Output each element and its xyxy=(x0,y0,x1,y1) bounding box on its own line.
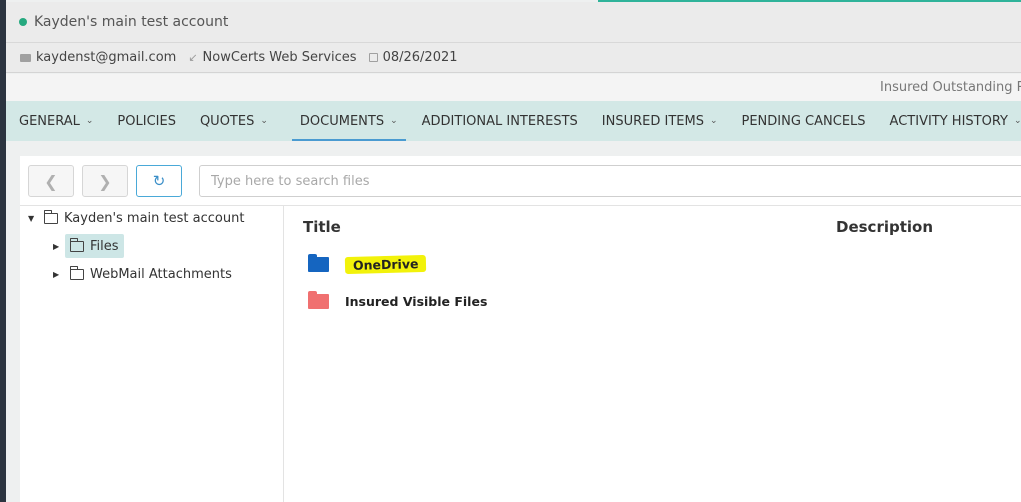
tab-additional-interests[interactable]: ADDITIONAL INTERESTS xyxy=(422,101,578,141)
date-text: 08/26/2021 xyxy=(382,50,458,65)
tab-bar: GENERAL ⌄ POLICIES QUOTES ⌄ DOCUMENTS ⌄ … xyxy=(6,101,1021,141)
file-toolbar: ❮ ❯ ↻ xyxy=(20,156,1021,206)
folder-icon xyxy=(43,209,58,224)
tab-pending-cancels-label: PENDING CANCELS xyxy=(741,113,866,129)
folder-icon xyxy=(69,265,84,280)
column-header-title[interactable]: Title xyxy=(303,218,341,236)
chevron-down-icon: ⌄ xyxy=(260,116,268,126)
chevron-left-icon: ❮ xyxy=(44,171,58,191)
column-header-description[interactable]: Description xyxy=(836,218,933,236)
chevron-down-icon: ⌄ xyxy=(709,116,718,126)
tab-documents-label: DOCUMENTS xyxy=(299,113,385,129)
tab-insured-items[interactable]: INSURED ITEMS ⌄ xyxy=(602,101,718,141)
agency-info[interactable]: ↙ NowCerts Web Services xyxy=(188,50,356,65)
tree-node-files-label: Files xyxy=(90,238,119,254)
caret-right-icon[interactable]: ▶ xyxy=(53,242,65,251)
forward-button[interactable]: ❯ xyxy=(82,165,128,197)
refresh-button[interactable]: ↻ xyxy=(136,165,182,197)
arrow-icon: ↙ xyxy=(188,51,198,64)
search-input[interactable] xyxy=(199,165,1021,197)
tab-policies[interactable]: POLICIES xyxy=(117,101,176,141)
tab-quotes-label: QUOTES xyxy=(199,113,255,129)
list-item[interactable]: OneDrive xyxy=(308,254,427,275)
tab-quotes[interactable]: QUOTES ⌄ xyxy=(200,101,268,141)
account-title: Kayden's main test account xyxy=(34,14,229,30)
tab-activity-history-label: ACTIVITY HISTORY xyxy=(889,113,1008,129)
account-info-bar: kaydenst@gmail.com ↙ NowCerts Web Servic… xyxy=(6,43,1021,73)
tab-insured-items-label: INSURED ITEMS xyxy=(601,113,704,129)
file-list: Title Description OneDrive Insured Visib… xyxy=(284,206,1021,502)
tab-policies-label: POLICIES xyxy=(117,113,176,129)
tree-node-webmail[interactable]: ▶ WebMail Attachments xyxy=(53,262,237,286)
tab-additional-interests-label: ADDITIONAL INTERESTS xyxy=(421,113,578,129)
tab-activity-history[interactable]: ACTIVITY HISTORY ⌄ xyxy=(890,101,1021,141)
date-info: 08/26/2021 xyxy=(368,50,458,65)
title-bar: Kayden's main test account xyxy=(6,2,1021,43)
tab-general-label: GENERAL xyxy=(19,113,80,129)
caret-right-icon[interactable]: ▶ xyxy=(53,270,65,279)
tree-node-files[interactable]: ▶ Files xyxy=(53,234,124,258)
tab-general[interactable]: GENERAL ⌄ xyxy=(19,101,93,141)
documents-panel: ❮ ❯ ↻ ▼ Kayden's main test account ▶ Fil… xyxy=(20,156,1021,502)
email-info[interactable]: kaydenst@gmail.com xyxy=(20,50,176,65)
tree-node-root-label: Kayden's main test account xyxy=(64,210,245,226)
status-dot-icon xyxy=(19,18,27,26)
refresh-icon: ↻ xyxy=(152,172,166,190)
caret-down-icon[interactable]: ▼ xyxy=(28,214,40,223)
chevron-right-icon: ❯ xyxy=(98,171,112,191)
folder-tree: ▼ Kayden's main test account ▶ Files ▶ W… xyxy=(20,206,284,502)
app-window: Kayden's main test account kaydenst@gmai… xyxy=(6,0,1021,502)
folder-icon xyxy=(69,237,84,252)
tree-node-webmail-label: WebMail Attachments xyxy=(90,266,232,282)
folder-icon xyxy=(308,254,329,272)
file-name[interactable]: Insured Visible Files xyxy=(345,294,487,309)
chevron-down-icon: ⌄ xyxy=(1013,116,1021,126)
envelope-icon xyxy=(20,53,31,62)
file-name[interactable]: OneDrive xyxy=(344,254,427,275)
notice-text[interactable]: Insured Outstanding Re xyxy=(880,80,1021,95)
chevron-down-icon: ⌄ xyxy=(85,116,94,126)
tree-node-webmail-wrap: WebMail Attachments xyxy=(65,265,237,282)
list-item[interactable]: Insured Visible Files xyxy=(308,291,487,309)
tab-documents[interactable]: DOCUMENTS ⌄ xyxy=(291,101,406,141)
tab-pending-cancels[interactable]: PENDING CANCELS xyxy=(742,101,866,141)
tree-node-root[interactable]: ▼ Kayden's main test account xyxy=(28,206,244,230)
calendar-icon xyxy=(368,53,378,62)
back-button[interactable]: ❮ xyxy=(28,165,74,197)
folder-icon xyxy=(308,291,329,309)
tree-node-files-selected[interactable]: Files xyxy=(65,234,124,258)
chevron-down-icon: ⌄ xyxy=(390,116,398,126)
agency-text: NowCerts Web Services xyxy=(202,50,357,65)
notice-bar: Insured Outstanding Re xyxy=(6,74,1021,101)
email-text: kaydenst@gmail.com xyxy=(36,50,177,65)
